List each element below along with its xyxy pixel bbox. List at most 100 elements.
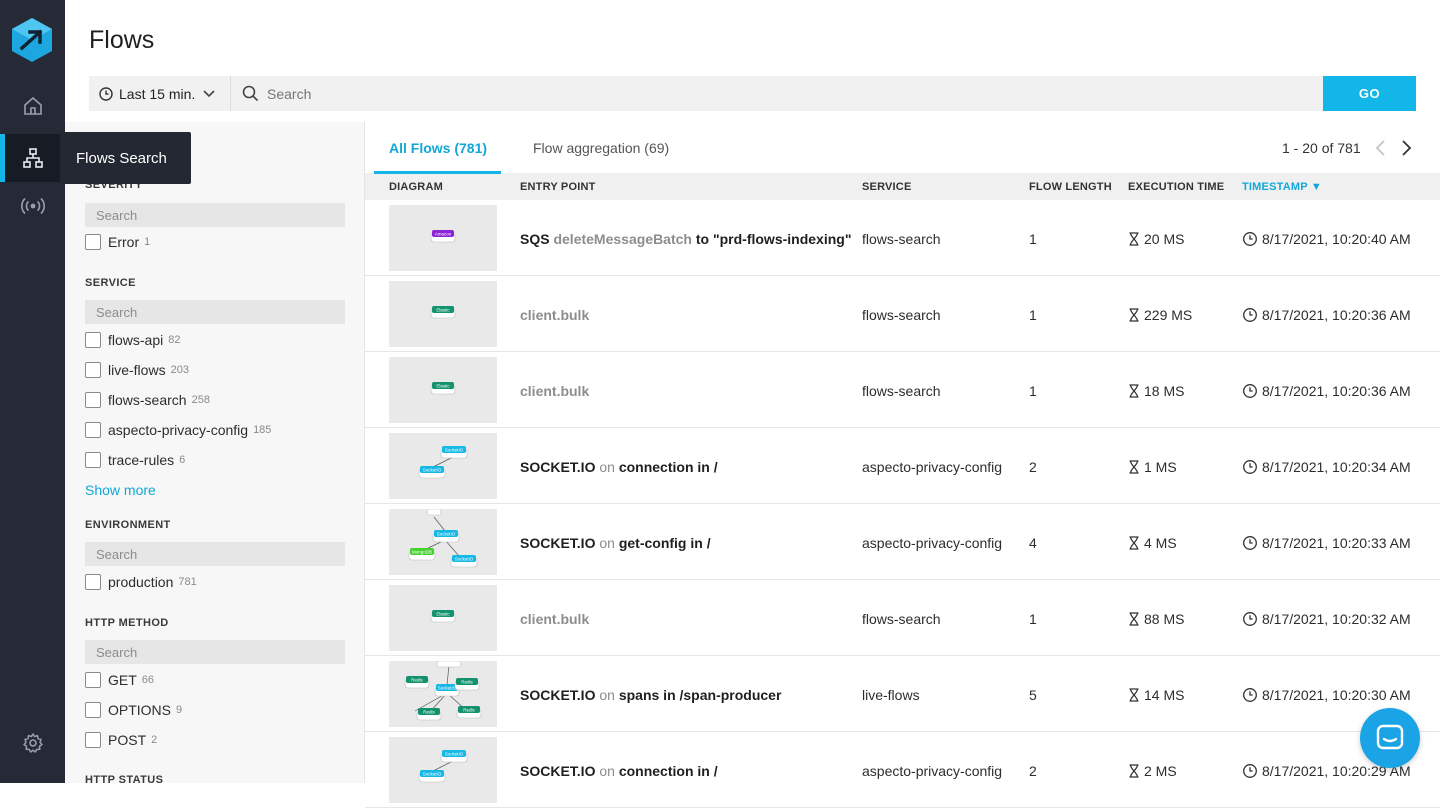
nav-live[interactable]: [0, 182, 65, 230]
flow-diagram-thumbnail[interactable]: Elastic: [389, 281, 497, 347]
execution-time-cell: 229 MS: [1128, 307, 1192, 323]
flow-length-cell: 5: [1029, 687, 1037, 703]
col-entry-point[interactable]: ENTRY POINT: [520, 181, 596, 193]
entry-protocol: SOCKET.IO: [520, 687, 596, 703]
checkbox[interactable]: [85, 422, 101, 438]
filter-option[interactable]: OPTIONS 9: [85, 700, 182, 720]
service-cell: aspecto-privacy-config: [862, 459, 1003, 475]
table-row[interactable]: SocketIO SocketIO SOCKET.IO on connection…: [365, 428, 1440, 504]
checkbox[interactable]: [85, 332, 101, 348]
clock-icon: [1243, 688, 1257, 702]
svg-text:Redis: Redis: [411, 677, 423, 682]
filter-option[interactable]: flows-search 258: [85, 390, 210, 410]
tab-flow-aggregation[interactable]: Flow aggregation (69): [533, 140, 669, 156]
chat-launcher-button[interactable]: [1360, 708, 1420, 768]
table-row[interactable]: Amazon SQS deleteMessageBatch to "prd-fl…: [365, 200, 1440, 276]
table-row[interactable]: Elastic client.bulk flows-search 1 229 M…: [365, 276, 1440, 352]
filter-option[interactable]: flows-api 82: [85, 330, 181, 350]
service-cell: flows-search: [862, 611, 941, 627]
filter-option[interactable]: Error 1: [85, 232, 150, 252]
flows-panel: All Flows (781) Flow aggregation (69) 1 …: [365, 122, 1440, 808]
entry-operation: client.bulk: [520, 383, 590, 399]
flow-diagram-thumbnail[interactable]: Amazon: [389, 205, 497, 271]
checkbox[interactable]: [85, 574, 101, 590]
checkbox[interactable]: [85, 362, 101, 378]
table-row[interactable]: SocketIO Redis Redis Redis Redis SOCKET.IO o…: [365, 656, 1440, 732]
entry-target: connection in /: [618, 459, 718, 475]
timestamp-value: 8/17/2021, 10:20:32 AM: [1262, 611, 1411, 627]
entry-point-cell: client.bulk: [520, 611, 589, 627]
service-cell: flows-search: [862, 383, 941, 399]
execution-time-cell: 18 MS: [1128, 383, 1184, 399]
svg-text:Elastic: Elastic: [436, 383, 450, 388]
filter-option-label: live-flows: [108, 362, 166, 378]
filter-option-label: POST: [108, 732, 147, 748]
flow-diagram-thumbnail[interactable]: SocketIO MongoDB SocketIO: [389, 509, 497, 575]
filter-option-label: flows-api: [108, 332, 164, 348]
severity-search-input[interactable]: Search: [85, 203, 345, 227]
svg-text:Amazon: Amazon: [435, 231, 452, 236]
chevron-left-icon[interactable]: [1372, 138, 1390, 158]
svg-text:SocketIO: SocketIO: [437, 531, 456, 536]
sort-desc-icon: ▼: [1310, 181, 1322, 193]
filter-option[interactable]: live-flows 203: [85, 360, 189, 380]
table-row[interactable]: Elastic client.bulk flows-search 1 18 MS…: [365, 352, 1440, 428]
chevron-right-icon[interactable]: [1397, 138, 1415, 158]
flow-diagram-thumbnail[interactable]: Elastic: [389, 585, 497, 651]
filter-option[interactable]: GET 66: [85, 670, 154, 690]
filter-option-label: production: [108, 574, 174, 590]
nav-settings[interactable]: [0, 719, 65, 767]
go-button[interactable]: GO: [1323, 76, 1416, 111]
filter-option-count: 6: [179, 454, 186, 466]
filter-option[interactable]: trace-rules 6: [85, 450, 185, 470]
show-more-link[interactable]: Show more: [85, 482, 156, 498]
flow-diagram-thumbnail[interactable]: SocketIO Redis Redis Redis Redis: [389, 661, 497, 727]
checkbox[interactable]: [85, 452, 101, 468]
filter-option-count: 66: [141, 674, 155, 686]
service-search-input[interactable]: Search: [85, 300, 345, 324]
time-range-label: Last 15 min.: [119, 85, 196, 102]
col-service[interactable]: SERVICE: [862, 181, 912, 193]
execution-time-value: 14 MS: [1144, 687, 1185, 703]
filter-option[interactable]: POST 2: [85, 730, 157, 750]
flow-diagram-thumbnail[interactable]: Elastic: [389, 357, 497, 423]
entry-protocol: SOCKET.IO: [520, 535, 596, 551]
entry-target: spans in /span-producer: [618, 687, 782, 703]
filter-sidebar: SEVERITY Search Error 1 SERVICE Search fl…: [65, 122, 365, 783]
entry-operation: on: [599, 535, 615, 551]
broadcast-icon: [20, 197, 45, 215]
http-method-search-input[interactable]: Search: [85, 640, 345, 664]
search-input[interactable]: [267, 85, 1167, 102]
hourglass-icon: [1129, 460, 1139, 474]
entry-point-cell: client.bulk: [520, 307, 589, 323]
col-timestamp[interactable]: TIMESTAMP ▼: [1242, 181, 1322, 193]
time-range-select[interactable]: Last 15 min.: [89, 76, 231, 111]
nav-home[interactable]: [0, 82, 65, 130]
table-row[interactable]: Elastic client.bulk flows-search 1 88 MS…: [365, 580, 1440, 656]
filter-option[interactable]: production 781: [85, 572, 197, 592]
filter-option[interactable]: aspecto-privacy-config 185: [85, 420, 271, 440]
flow-diagram-thumbnail[interactable]: SocketIO SocketIO: [389, 433, 497, 499]
environment-search-input[interactable]: Search: [85, 542, 345, 566]
checkbox[interactable]: [85, 702, 101, 718]
tab-all-flows[interactable]: All Flows (781): [389, 140, 487, 156]
execution-time-value: 18 MS: [1144, 383, 1185, 399]
search-field: [242, 76, 1312, 111]
entry-operation: client.bulk: [520, 307, 590, 323]
aspecto-logo[interactable]: [12, 18, 52, 62]
table-row[interactable]: SocketIO MongoDB SocketIO SOCKET.IO on get…: [365, 504, 1440, 580]
filter-option-count: 781: [178, 576, 197, 588]
checkbox[interactable]: [85, 234, 101, 250]
checkbox[interactable]: [85, 672, 101, 688]
checkbox[interactable]: [85, 732, 101, 748]
chat-icon: [1376, 724, 1404, 750]
col-execution-time[interactable]: EXECUTION TIME: [1128, 181, 1224, 193]
flows-hierarchy-icon: [22, 148, 43, 168]
checkbox[interactable]: [85, 392, 101, 408]
nav-flows-search[interactable]: [0, 134, 65, 182]
service-cell: flows-search: [862, 231, 941, 247]
flow-diagram-thumbnail[interactable]: SocketIO SocketIO: [389, 737, 497, 803]
table-row[interactable]: SocketIO SocketIO SOCKET.IO on connection…: [365, 732, 1440, 808]
flow-length-cell: 2: [1029, 459, 1037, 475]
col-flow-length[interactable]: FLOW LENGTH: [1029, 181, 1112, 193]
